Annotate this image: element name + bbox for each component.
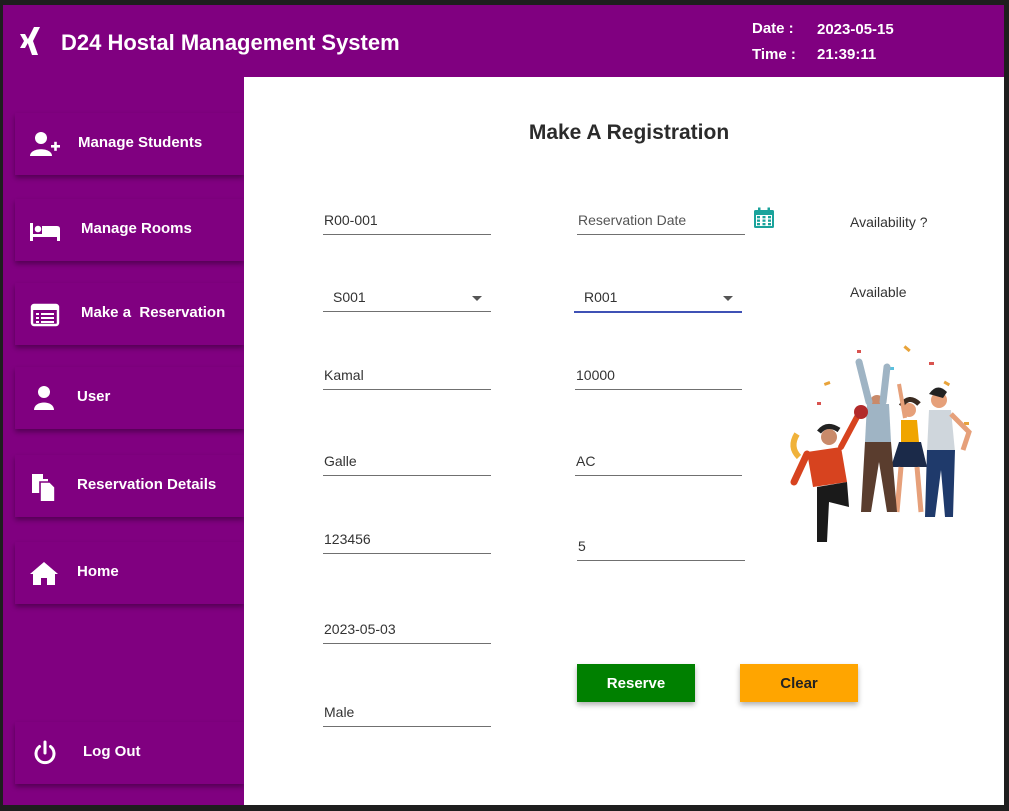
power-icon <box>34 740 56 765</box>
time-label: Time : <box>752 46 796 63</box>
app-window: D24 Hostal Management System Date : 2023… <box>3 5 1004 805</box>
sidebar-item-reservation-details[interactable]: Reservation Details <box>15 455 244 517</box>
sidebar-item-label: Make a Reservation <box>81 304 226 321</box>
sidebar-item-label: User <box>77 388 111 405</box>
reservation-date-picker[interactable]: Reservation Date <box>577 208 745 235</box>
chevron-down-icon <box>723 296 733 301</box>
form-title: Make A Registration <box>528 121 730 144</box>
chevron-down-icon <box>472 296 482 301</box>
gender-field[interactable]: Male <box>323 700 491 727</box>
availability-status: Available <box>850 284 907 300</box>
sidebar-item-user[interactable]: User <box>15 367 244 429</box>
student-id-combobox[interactable]: S001 <box>323 285 491 312</box>
room-id-combobox[interactable]: R001 <box>574 285 742 313</box>
contact-field[interactable]: 123456 <box>323 527 491 554</box>
reservation-id-field[interactable]: R00-001 <box>323 208 491 235</box>
sidebar-item-label: Reservation Details <box>77 476 217 493</box>
logout-button[interactable]: Log Out <box>15 722 244 784</box>
key-money-field[interactable]: 10000 <box>575 363 742 390</box>
sidebar-item-home[interactable]: Home <box>15 542 244 604</box>
xing-logo-icon <box>20 27 40 55</box>
dob-field[interactable]: 2023-05-03 <box>323 617 491 644</box>
registration-panel: Make A Registration R00-001 S001 Kamal G… <box>244 77 1004 805</box>
reserve-button[interactable]: Reserve <box>577 664 695 702</box>
student-name-field[interactable]: Kamal <box>323 363 491 390</box>
list-card-icon <box>30 303 60 327</box>
celebrating-people-illustration <box>790 345 972 542</box>
time-value: 21:39:11 <box>817 46 877 63</box>
date-value: 2023-05-15 <box>817 21 894 38</box>
sidebar-item-label: Home <box>77 563 119 580</box>
home-icon <box>30 562 58 585</box>
user-plus-icon <box>30 132 60 156</box>
app-title: D24 Hostal Management System <box>61 30 400 55</box>
sidebar-item-manage-students[interactable]: Manage Students <box>15 113 244 175</box>
sidebar-item-manage-rooms[interactable]: Manage Rooms <box>15 199 244 261</box>
availability-label: Availability ? <box>850 214 928 230</box>
documents-icon <box>32 474 56 501</box>
calendar-icon[interactable] <box>753 207 775 229</box>
sidebar-item-label: Manage Students <box>78 134 203 151</box>
logout-label: Log Out <box>83 743 141 760</box>
date-label: Date : <box>752 20 794 37</box>
user-icon <box>34 386 54 410</box>
sidebar-item-make-reservation[interactable]: Make a Reservation <box>15 283 244 345</box>
address-field[interactable]: Galle <box>323 449 491 476</box>
room-type-field[interactable]: AC <box>575 449 742 476</box>
sidebar: Manage Students Manage Rooms Make a Rese… <box>3 77 244 805</box>
sidebar-item-label: Manage Rooms <box>81 220 192 237</box>
bed-icon <box>30 223 60 241</box>
clear-button[interactable]: Clear <box>740 664 858 702</box>
header-bar: D24 Hostal Management System Date : 2023… <box>3 5 1004 77</box>
qty-field[interactable]: 5 <box>577 534 745 561</box>
